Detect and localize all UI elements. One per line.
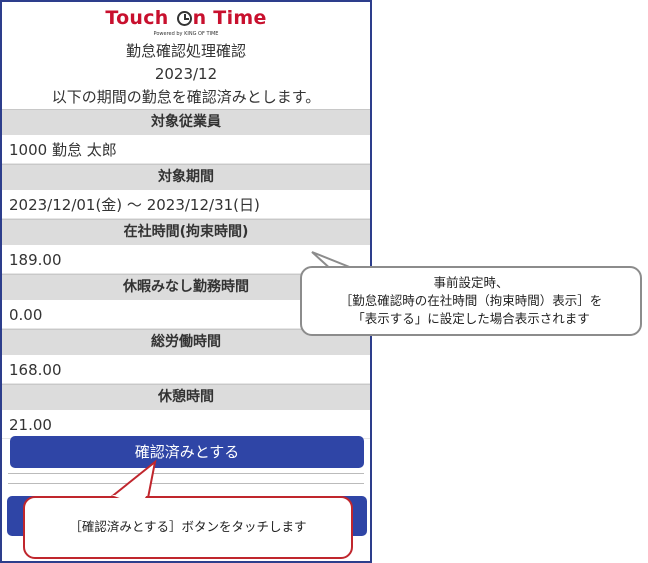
grey-pointer-mask: [335, 270, 361, 282]
callout-pointer-masks: [111, 270, 361, 505]
red-pointer-mask: [111, 495, 147, 505]
